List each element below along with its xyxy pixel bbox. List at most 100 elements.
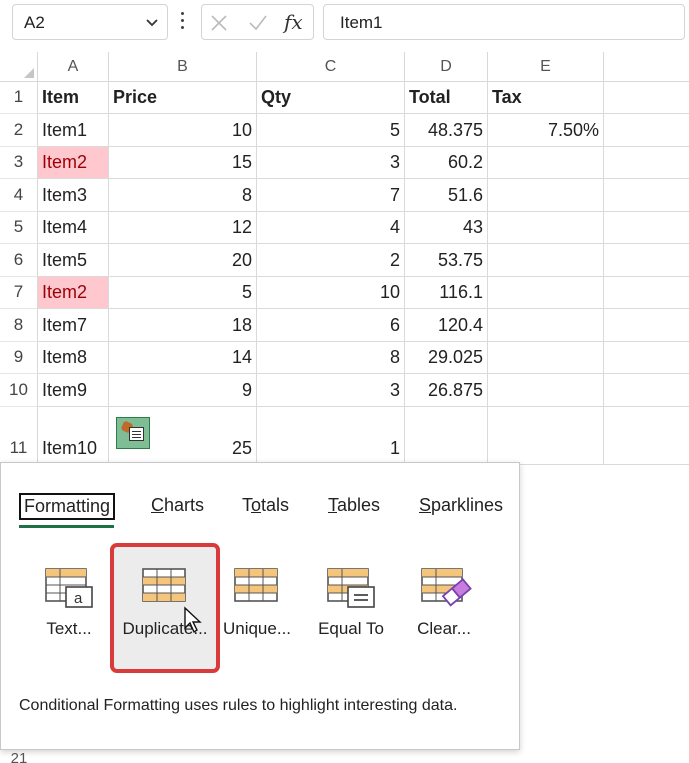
cell-c7[interactable]: 10: [257, 277, 405, 309]
check-icon[interactable]: [248, 14, 268, 32]
cell-e7[interactable]: [488, 277, 604, 309]
cell-f2[interactable]: [604, 114, 689, 147]
row-header-5[interactable]: 5: [0, 212, 38, 244]
cell-d7[interactable]: 116.1: [405, 277, 488, 309]
more-options-icon[interactable]: [180, 12, 186, 32]
cell-d6[interactable]: 53.75: [405, 244, 488, 277]
option-clear-format[interactable]: Clear...: [404, 563, 484, 643]
cell-f1[interactable]: [604, 82, 689, 114]
cell-a11[interactable]: Item10: [38, 407, 109, 465]
option-unique-values[interactable]: Unique...: [217, 563, 297, 643]
cell-f6[interactable]: [604, 244, 689, 277]
cell-c1[interactable]: Qty: [257, 82, 405, 114]
tab-tables[interactable]: Tables: [328, 495, 380, 516]
cell-e5[interactable]: [488, 212, 604, 244]
tab-charts[interactable]: Charts: [151, 495, 204, 516]
cancel-icon[interactable]: [210, 14, 228, 32]
cell-a5[interactable]: Item4: [38, 212, 109, 244]
column-header-b[interactable]: B: [109, 52, 257, 82]
column-header-e[interactable]: E: [488, 52, 604, 82]
cell-a6[interactable]: Item5: [38, 244, 109, 277]
cell-c4[interactable]: 7: [257, 179, 405, 212]
cell-f11[interactable]: [604, 407, 689, 465]
row-header-4[interactable]: 4: [0, 179, 38, 212]
cell-e11[interactable]: [488, 407, 604, 465]
cell-e2[interactable]: 7.50%: [488, 114, 604, 147]
cell-c3[interactable]: 3: [257, 147, 405, 179]
cell-d5[interactable]: 43: [405, 212, 488, 244]
cell-a1[interactable]: Item: [38, 82, 109, 114]
cell-c9[interactable]: 8: [257, 342, 405, 374]
cell-b3[interactable]: 15: [109, 147, 257, 179]
row-header-8[interactable]: 8: [0, 309, 38, 342]
cell-b7[interactable]: 5: [109, 277, 257, 309]
row-header-10[interactable]: 10: [0, 374, 38, 407]
row-header-2[interactable]: 2: [0, 114, 38, 147]
cell-e10[interactable]: [488, 374, 604, 407]
cell-b8[interactable]: 18: [109, 309, 257, 342]
cell-d3[interactable]: 60.2: [405, 147, 488, 179]
tab-sparklines[interactable]: Sparklines: [419, 495, 503, 516]
select-all-corner[interactable]: [0, 52, 38, 82]
cell-c10[interactable]: 3: [257, 374, 405, 407]
quick-analysis-button[interactable]: [116, 417, 150, 449]
cell-c8[interactable]: 6: [257, 309, 405, 342]
cell-c5[interactable]: 4: [257, 212, 405, 244]
cell-e6[interactable]: [488, 244, 604, 277]
row-header-21[interactable]: 21: [0, 750, 38, 763]
cell-a4[interactable]: Item3: [38, 179, 109, 212]
cell-f5[interactable]: [604, 212, 689, 244]
cell-c6[interactable]: 2: [257, 244, 405, 277]
cell-c11[interactable]: 1: [257, 407, 405, 465]
cell-d4[interactable]: 51.6: [405, 179, 488, 212]
name-box[interactable]: A2: [12, 4, 168, 40]
cell-d1[interactable]: Total: [405, 82, 488, 114]
cell-a2[interactable]: Item1: [38, 114, 109, 147]
cell-b9[interactable]: 14: [109, 342, 257, 374]
cell-b1[interactable]: Price: [109, 82, 257, 114]
row-header-7[interactable]: 7: [0, 277, 38, 309]
cell-f4[interactable]: [604, 179, 689, 212]
row-header-11[interactable]: 11: [0, 407, 38, 465]
tab-formatting[interactable]: Formatting: [19, 493, 116, 520]
cell-f7[interactable]: [604, 277, 689, 309]
cell-b4[interactable]: 8: [109, 179, 257, 212]
cell-d2[interactable]: 48.375: [405, 114, 488, 147]
row-header-1[interactable]: 1: [0, 82, 38, 114]
column-header-a[interactable]: A: [38, 52, 109, 82]
cell-e4[interactable]: [488, 179, 604, 212]
cell-e3[interactable]: [488, 147, 604, 179]
cell-e8[interactable]: [488, 309, 604, 342]
cell-d9[interactable]: 29.025: [405, 342, 488, 374]
row-header-9[interactable]: 9: [0, 342, 38, 374]
insert-function-icon[interactable]: fx: [284, 10, 303, 34]
cell-f3[interactable]: [604, 147, 689, 179]
row-header-6[interactable]: 6: [0, 244, 38, 277]
column-header-c[interactable]: C: [257, 52, 405, 82]
cell-d10[interactable]: 26.875: [405, 374, 488, 407]
cell-a9[interactable]: Item8: [38, 342, 109, 374]
cell-e1[interactable]: Tax: [488, 82, 604, 114]
cell-b5[interactable]: 12: [109, 212, 257, 244]
cell-f8[interactable]: [604, 309, 689, 342]
cell-d11[interactable]: [405, 407, 488, 465]
column-header-d[interactable]: D: [405, 52, 488, 82]
chevron-down-icon[interactable]: [143, 13, 161, 31]
cell-a8[interactable]: Item7: [38, 309, 109, 342]
cell-d8[interactable]: 120.4: [405, 309, 488, 342]
option-equal-to[interactable]: Equal To: [310, 563, 392, 643]
cell-b2[interactable]: 10: [109, 114, 257, 147]
cell-e9[interactable]: [488, 342, 604, 374]
cell-a7[interactable]: Item2: [38, 277, 109, 309]
cell-a10[interactable]: Item9: [38, 374, 109, 407]
cell-f10[interactable]: [604, 374, 689, 407]
formula-input[interactable]: Item1: [323, 4, 685, 40]
column-header-next[interactable]: [604, 52, 689, 82]
cell-f9[interactable]: [604, 342, 689, 374]
option-text-contains[interactable]: a Text...: [29, 563, 109, 643]
cell-b10[interactable]: 9: [109, 374, 257, 407]
cell-a3[interactable]: Item2: [38, 147, 109, 179]
row-header-3[interactable]: 3: [0, 147, 38, 179]
cell-c2[interactable]: 5: [257, 114, 405, 147]
cell-b6[interactable]: 20: [109, 244, 257, 277]
